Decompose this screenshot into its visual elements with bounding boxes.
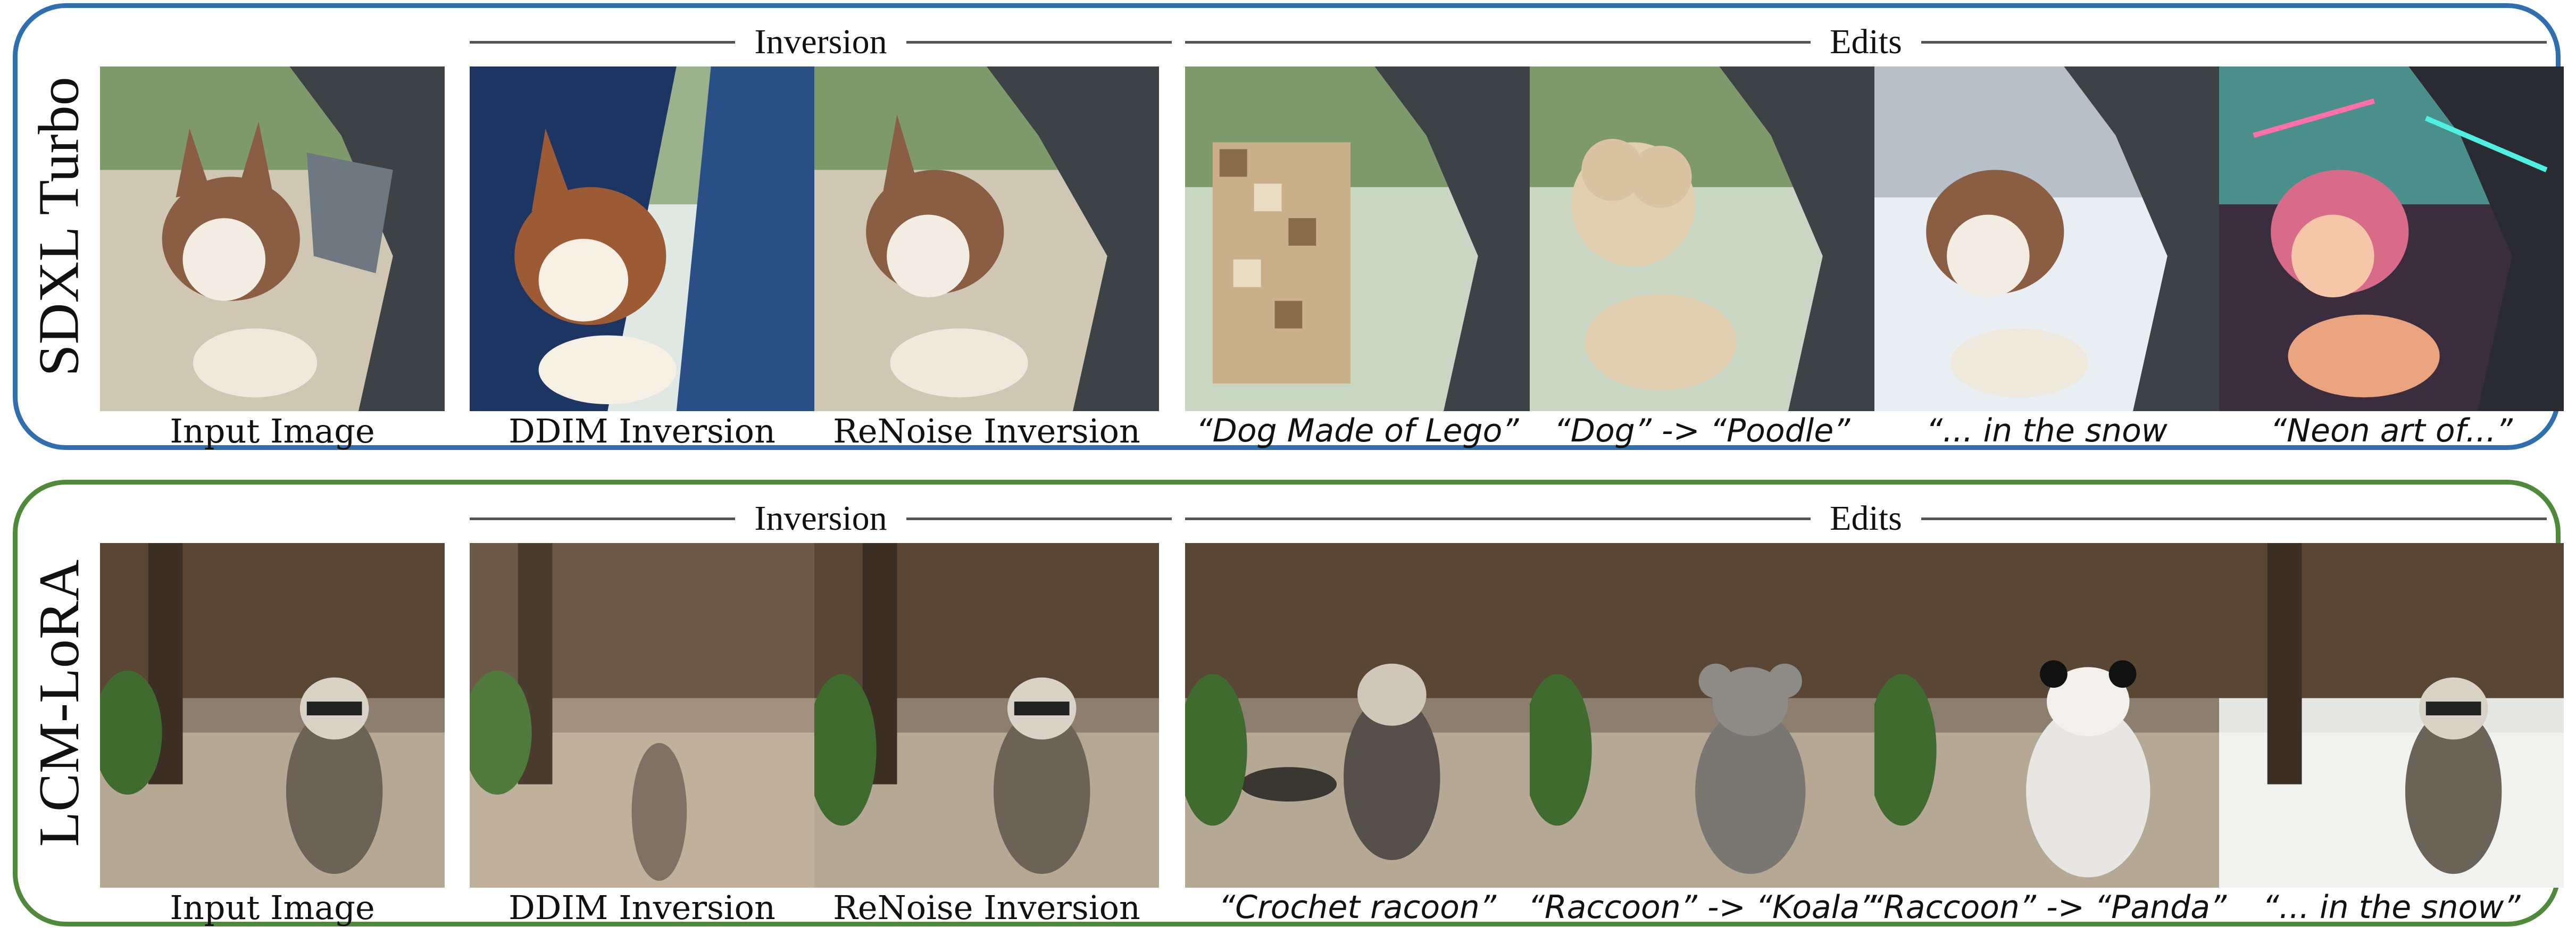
- edit-snow-raccoon: [2219, 543, 2564, 888]
- edit-neon-dog: [2219, 66, 2564, 411]
- divider: [906, 40, 1172, 44]
- divider: [1185, 517, 1811, 520]
- divider: [470, 40, 736, 44]
- inversion-header-label: Inversion: [754, 22, 887, 61]
- model-label-text: LCM-LoRA: [28, 560, 91, 847]
- caption-edit-1: “Crochet racoon”: [1219, 889, 1496, 926]
- caption-edit-2: “Dog” -> “Poodle”: [1554, 412, 1850, 449]
- caption-ddim: DDIM Inversion: [508, 411, 776, 450]
- edits-header-label: Edits: [1830, 22, 1902, 61]
- caption-ddim: DDIM Inversion: [508, 888, 776, 927]
- caption-input-image: Input Image: [170, 888, 375, 927]
- sdxl-turbo-panel: SDXL Turbo Inversion Edits Input Image D…: [13, 3, 2564, 450]
- divider: [906, 517, 1172, 520]
- input-image-raccoon: [100, 543, 445, 888]
- inversion-group-header: Inversion: [470, 492, 1172, 545]
- caption-edit-1: “Dog Made of Lego”: [1196, 412, 1519, 449]
- edits-header-label: Edits: [1830, 499, 1902, 538]
- renoise-inversion-dog: [814, 66, 1159, 411]
- caption-renoise: ReNoise Inversion: [833, 411, 1140, 450]
- inversion-group-header: Inversion: [470, 15, 1172, 69]
- input-image-dog: [100, 66, 445, 411]
- lcm-lora-panel: LCM-LoRA Inversion Edits Input Image DDI…: [13, 480, 2564, 927]
- caption-input-image: Input Image: [170, 411, 375, 450]
- ddim-inversion-dog: [470, 66, 814, 411]
- caption-renoise: ReNoise Inversion: [833, 888, 1140, 927]
- caption-edit-4: “Neon art of...”: [2270, 412, 2513, 449]
- edit-poodle-dog: [1530, 66, 1874, 411]
- model-label: LCM-LoRA: [28, 485, 91, 922]
- model-label-text: SDXL Turbo: [28, 77, 91, 377]
- caption-edit-4: “... in the snow”: [2262, 889, 2521, 926]
- edits-group-header: Edits: [1185, 15, 2547, 69]
- caption-edit-3: “... in the snow: [1926, 412, 2167, 449]
- edit-lego-dog: [1185, 66, 1530, 411]
- edits-group-header: Edits: [1185, 492, 2547, 545]
- caption-edit-2: “Raccoon” -> “Koala”: [1528, 889, 1877, 926]
- caption-edit-3: “Raccoon” -> “Panda”: [1866, 889, 2227, 926]
- edit-panda: [1874, 543, 2219, 888]
- inversion-header-label: Inversion: [754, 499, 887, 538]
- edit-snow-dog: [1874, 66, 2219, 411]
- divider: [470, 517, 736, 520]
- divider: [1185, 40, 1811, 44]
- divider: [1921, 40, 2547, 44]
- divider: [1921, 517, 2547, 520]
- edit-crochet-raccoon: [1185, 543, 1530, 888]
- ddim-inversion-raccoon: [470, 543, 814, 888]
- model-label: SDXL Turbo: [28, 8, 91, 445]
- renoise-inversion-raccoon: [814, 543, 1159, 888]
- edit-koala: [1530, 543, 1874, 888]
